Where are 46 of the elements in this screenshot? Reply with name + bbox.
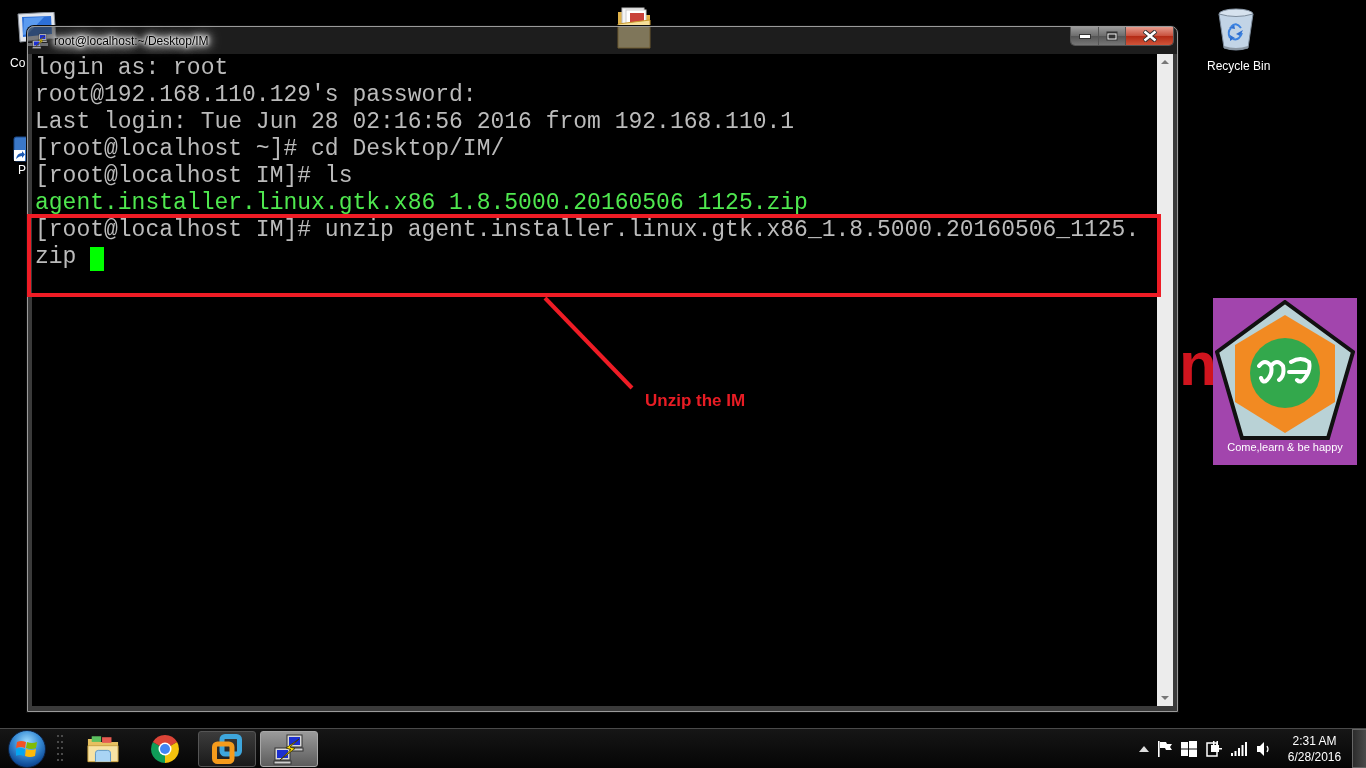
scroll-up-icon[interactable] [1161, 60, 1169, 64]
minimize-icon [1078, 33, 1091, 39]
close-icon [1142, 30, 1157, 42]
icon-label[interactable]: P [18, 163, 26, 177]
taskbar-button[interactable] [198, 730, 256, 767]
terminal-line: [root@localhost IM]# unzip agent.installer.linux.gtk.x86_1.8.5000.20160506_1125. [35, 217, 1140, 244]
flag-icon[interactable] [1158, 740, 1172, 757]
logo-caption: Come,learn & be happy [1227, 441, 1343, 454]
signal-bars-icon[interactable] [1231, 741, 1247, 756]
clock-time: 2:31 AM [1292, 732, 1337, 749]
pentagon-emblem-icon [1215, 300, 1355, 440]
close-button[interactable] [1126, 27, 1173, 45]
terminal-line: Last login: Tue Jun 28 02:16:56 2016 from 192.168.110.1 [35, 109, 795, 136]
maximize-button[interactable] [1099, 27, 1126, 45]
triangle-up-icon[interactable] [1139, 745, 1149, 752]
grip-dots-icon[interactable] [57, 733, 63, 764]
flag-logo-icon [16, 738, 38, 759]
shortcut-icon[interactable] [13, 136, 28, 162]
scroll-down-icon[interactable] [1161, 696, 1169, 700]
computers-icon[interactable] [32, 32, 48, 49]
terminal-line: [root@localhost ~]# cd Desktop/IM/ [35, 136, 505, 163]
four-panes-icon[interactable] [1181, 740, 1197, 757]
terminal-line: [root@localhost IM]# ls [35, 163, 353, 190]
plug-icon[interactable] [1206, 740, 1222, 757]
squares-logo-icon[interactable] [212, 733, 242, 764]
terminal-line: zip [35, 244, 77, 271]
folder-icon[interactable] [87, 734, 119, 763]
icon-label[interactable]: Co [10, 56, 26, 70]
terminal-line: login as: root [35, 55, 229, 82]
icon-label[interactable]: Recycle Bin [1207, 59, 1271, 73]
maximize-icon [1106, 31, 1118, 41]
minimize-button[interactable] [1071, 27, 1099, 45]
terminal-line: root@192.168.110.129's password: [35, 82, 477, 109]
terminal-line: agent.installer.linux.gtk.x86 1.8.5000.20160506 1125.zip [35, 190, 808, 217]
speaker-icon[interactable] [1256, 740, 1272, 757]
wallpaper-text: n [1179, 333, 1217, 395]
clock-date: 6/28/2016 [1287, 748, 1342, 765]
taskbar-button[interactable] [260, 730, 318, 767]
trash-bin-icon[interactable] [1217, 8, 1255, 52]
start-button[interactable] [8, 729, 46, 768]
show-desktop-button[interactable] [1352, 729, 1366, 768]
folder-icon[interactable] [616, 4, 652, 50]
callout-label: Unzip the IM [645, 391, 746, 411]
ring-logo-icon[interactable] [150, 733, 180, 764]
scrollbar[interactable] [1157, 54, 1173, 706]
computers-icon[interactable] [273, 732, 305, 765]
